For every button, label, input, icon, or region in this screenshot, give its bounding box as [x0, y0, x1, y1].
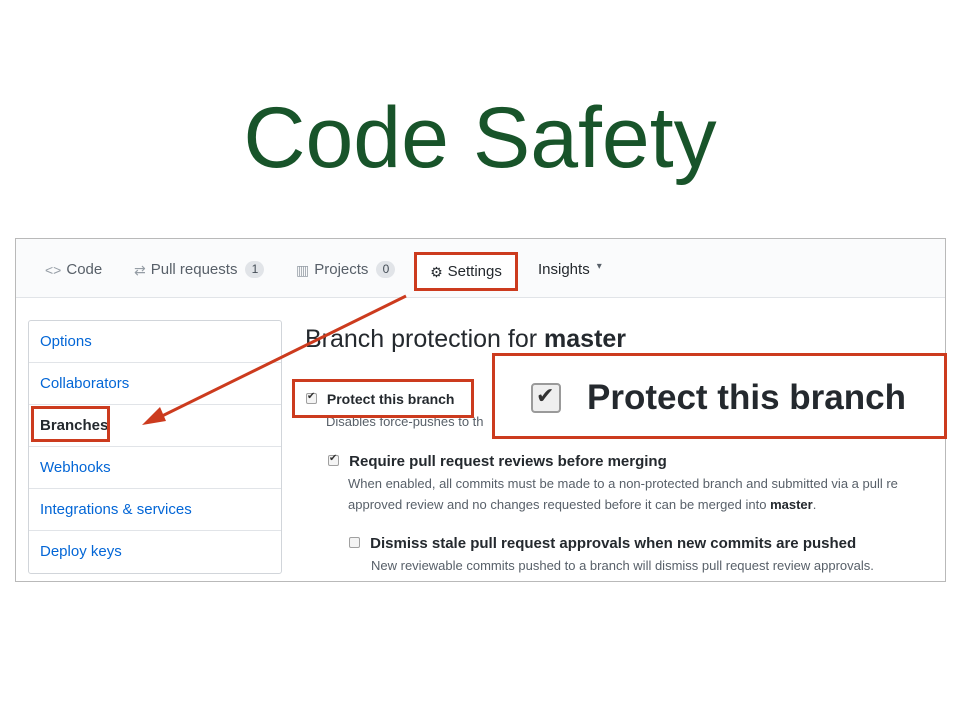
- checkbox-checked-icon: [531, 383, 561, 413]
- protect-branch-callout: Protect this branch: [492, 353, 947, 439]
- callout-label: Protect this branch: [587, 378, 906, 417]
